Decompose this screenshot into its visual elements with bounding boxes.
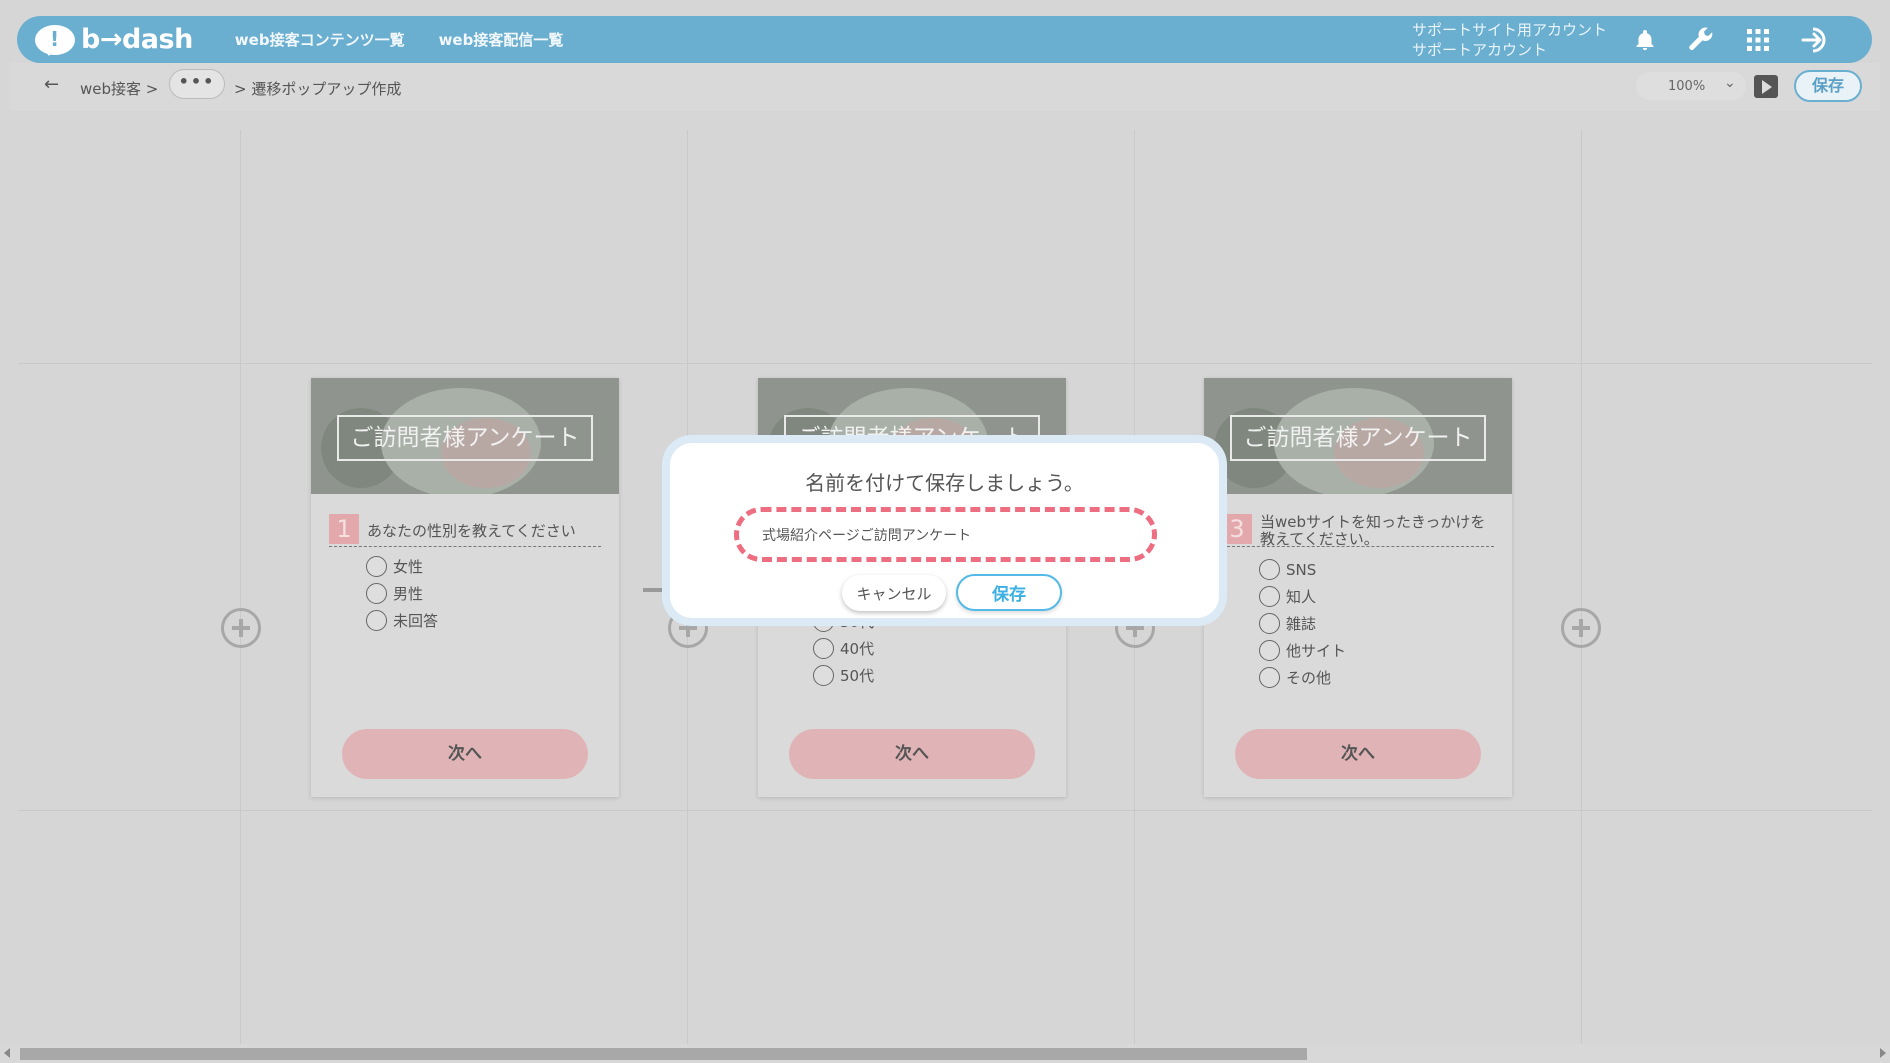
answer-option[interactable]: 男性 — [366, 583, 423, 604]
card-header-image: ご訪問者様アンケート — [311, 378, 619, 494]
editor-toolbar: ← web接客 > ••• > 遷移ポップアップ作成 100% ⌄ 保存 — [10, 63, 1880, 111]
nav-delivery-list[interactable]: web接客配信一覧 — [439, 29, 564, 50]
add-step-plus-icon[interactable] — [221, 608, 261, 648]
next-button[interactable]: 次へ — [342, 729, 588, 779]
account-name: サポートサイト用アカウント — [1412, 21, 1608, 39]
scroll-right-arrow-icon[interactable] — [1880, 1048, 1886, 1058]
radio-button[interactable] — [813, 638, 834, 659]
grid-line — [240, 130, 241, 1044]
radio-button[interactable] — [366, 556, 387, 577]
grid-line — [18, 810, 1872, 811]
scrollbar-thumb[interactable] — [20, 1048, 1307, 1060]
account-info[interactable]: サポートサイト用アカウント サポートアカウント — [1412, 20, 1607, 60]
logo-text: b→dash — [81, 24, 193, 55]
radio-button[interactable] — [366, 610, 387, 631]
save-button[interactable]: 保存 — [1794, 70, 1862, 102]
logo-mark: ! — [50, 26, 60, 51]
answer-option[interactable]: 雑誌 — [1259, 613, 1316, 634]
question-text: 当webサイトを知ったきっかけを教えてください。 — [1260, 513, 1486, 548]
answer-option[interactable]: 未回答 — [366, 610, 438, 631]
main-nav: web接客コンテンツ一覧 web接客配信一覧 — [235, 29, 564, 50]
question-divider — [329, 546, 601, 547]
answer-option[interactable]: 他サイト — [1259, 640, 1346, 661]
radio-button[interactable] — [1259, 586, 1280, 607]
b-dash-logo[interactable]: ! b→dash — [35, 24, 193, 56]
next-button[interactable]: 次へ — [789, 729, 1035, 779]
breadcrumb-current: > 遷移ポップアップ作成 — [234, 80, 402, 98]
cancel-button[interactable]: キャンセル — [842, 575, 946, 611]
popup-card-3[interactable]: ご訪問者様アンケート 3 当webサイトを知ったきっかけを教えてください。 SN… — [1204, 378, 1512, 797]
question-divider — [1222, 546, 1494, 547]
card-header-image: ご訪問者様アンケート — [1204, 378, 1512, 494]
zoom-select[interactable]: 100% ⌄ — [1636, 72, 1746, 100]
save-name-dialog: 名前を付けて保存しましょう。 キャンセル 保存 — [662, 435, 1227, 626]
scroll-left-arrow-icon[interactable] — [4, 1048, 10, 1058]
chevron-down-icon: ⌄ — [1724, 75, 1736, 91]
logo-bubble-icon: ! — [35, 24, 75, 56]
grid-line — [18, 363, 1872, 364]
back-arrow-icon[interactable]: ← — [44, 74, 59, 95]
answer-option[interactable]: 知人 — [1259, 586, 1316, 607]
dialog-save-button[interactable]: 保存 — [956, 574, 1062, 611]
popup-card-1[interactable]: ご訪問者様アンケート 1 あなたの性別を教えてください 女性 男性 未回答 次へ — [311, 378, 619, 797]
add-step-plus-icon[interactable] — [1561, 608, 1601, 648]
breadcrumb-ellipsis-button[interactable]: ••• — [169, 69, 225, 99]
card-title: ご訪問者様アンケート — [337, 415, 593, 461]
answer-option[interactable]: 50代 — [813, 665, 874, 686]
apps-grid-icon[interactable] — [1747, 29, 1769, 51]
logout-icon[interactable] — [1801, 26, 1831, 54]
radio-button[interactable] — [366, 583, 387, 604]
answer-option[interactable]: その他 — [1259, 667, 1331, 688]
radio-button[interactable] — [1259, 559, 1280, 580]
card-title: ご訪問者様アンケート — [1230, 415, 1486, 461]
question-text: あなたの性別を教えてください — [367, 522, 576, 540]
wrench-icon[interactable] — [1687, 25, 1715, 53]
zoom-value: 100% — [1668, 79, 1706, 94]
preview-play-icon[interactable] — [1754, 75, 1778, 98]
question-number: 1 — [329, 514, 359, 544]
radio-button[interactable] — [1259, 667, 1280, 688]
grid-line — [1581, 130, 1582, 1044]
account-subname: サポートアカウント — [1412, 41, 1548, 59]
answer-option[interactable]: 40代 — [813, 638, 874, 659]
app-header: ! b→dash web接客コンテンツ一覧 web接客配信一覧 サポートサイト用… — [17, 16, 1872, 63]
next-button[interactable]: 次へ — [1235, 729, 1481, 779]
content-name-input[interactable] — [734, 507, 1157, 562]
breadcrumb-web-service[interactable]: web接客 > — [80, 78, 158, 99]
horizontal-scrollbar[interactable] — [0, 1044, 1890, 1063]
radio-button[interactable] — [813, 665, 834, 686]
bell-icon[interactable] — [1633, 28, 1657, 52]
radio-button[interactable] — [1259, 613, 1280, 634]
answer-option[interactable]: SNS — [1259, 559, 1316, 580]
radio-button[interactable] — [1259, 640, 1280, 661]
dialog-title: 名前を付けて保存しましょう。 — [805, 471, 1084, 495]
nav-content-list[interactable]: web接客コンテンツ一覧 — [235, 29, 405, 50]
answer-option[interactable]: 女性 — [366, 556, 423, 577]
